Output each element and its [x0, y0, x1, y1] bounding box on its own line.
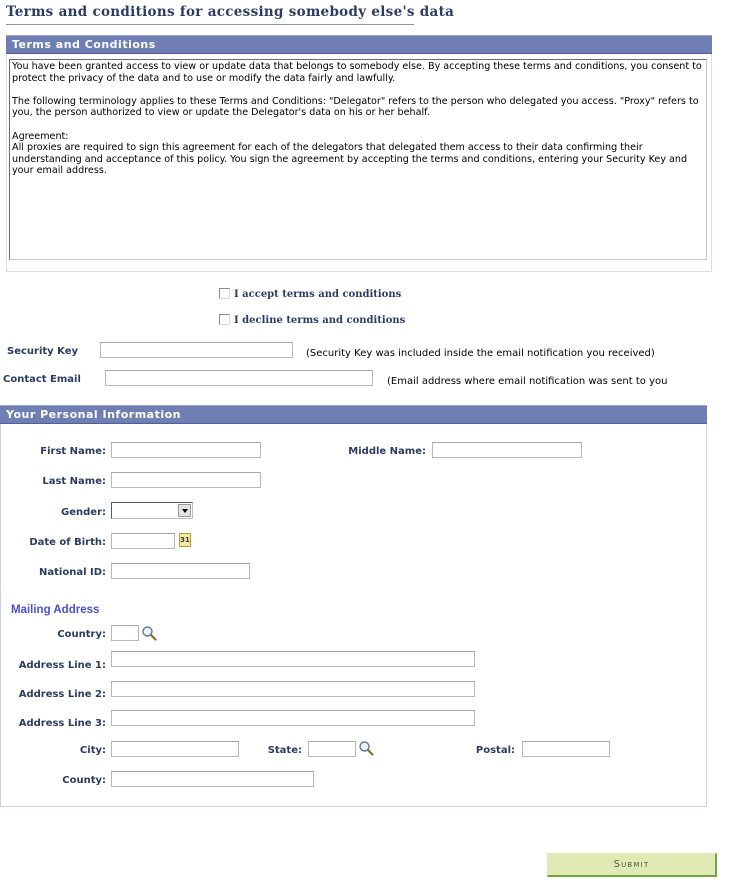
country-lookup-icon[interactable] — [141, 625, 157, 641]
security-key-note: (Security Key was included inside the em… — [306, 348, 655, 359]
decline-terms-checkbox[interactable] — [219, 314, 230, 325]
national-id-label: National ID: — [39, 567, 106, 578]
country-label: Country: — [57, 629, 106, 640]
gender-label: Gender: — [61, 507, 106, 518]
first-name-label: First Name: — [40, 446, 106, 457]
date-of-birth-input[interactable] — [111, 533, 175, 549]
page-title: Terms and conditions for accessing someb… — [6, 4, 455, 20]
county-input[interactable] — [111, 771, 314, 787]
security-key-label: Security Key — [7, 346, 79, 357]
decline-terms-label[interactable]: I decline terms and conditions — [234, 315, 405, 326]
address-line-3-label: Address Line 3: — [18, 718, 106, 729]
title-divider — [6, 24, 414, 25]
personal-info-header: Your Personal Information — [0, 405, 707, 424]
terms-paragraph-3: Agreement: All proxies are required to s… — [12, 130, 688, 177]
contact-email-input[interactable] — [105, 370, 373, 386]
accept-terms-checkbox[interactable] — [219, 288, 230, 299]
terms-paragraph-2: The following terminology applies to the… — [12, 95, 699, 119]
terms-textarea[interactable]: You have been granted access to view or … — [9, 59, 707, 260]
state-input[interactable] — [308, 741, 356, 757]
last-name-label: Last Name: — [42, 476, 106, 487]
city-input[interactable] — [111, 741, 239, 757]
address-line-2-input[interactable] — [111, 681, 475, 697]
calendar-icon[interactable]: 31 — [179, 533, 191, 547]
first-name-input[interactable] — [111, 442, 261, 458]
national-id-input[interactable] — [111, 563, 250, 579]
gender-select[interactable] — [111, 502, 193, 519]
address-line-1-label: Address Line 1: — [18, 660, 106, 671]
address-line-3-input[interactable] — [111, 710, 475, 726]
country-input[interactable] — [111, 625, 139, 641]
middle-name-label: Middle Name: — [348, 446, 426, 457]
city-label: City: — [79, 745, 106, 756]
terms-paragraph-1: You have been granted access to view or … — [12, 61, 702, 84]
contact-email-label: Contact Email — [3, 374, 81, 385]
address-line-1-input[interactable] — [111, 651, 475, 667]
middle-name-input[interactable] — [432, 442, 582, 458]
submit-button[interactable]: Submit — [547, 853, 717, 877]
postal-label: Postal: — [475, 745, 515, 756]
address-line-2-label: Address Line 2: — [18, 689, 106, 700]
mailing-address-heading: Mailing Address — [11, 604, 100, 616]
date-of-birth-label: Date of Birth: — [29, 537, 106, 548]
state-lookup-icon[interactable] — [358, 740, 374, 756]
accept-terms-label[interactable]: I accept terms and conditions — [234, 289, 401, 300]
last-name-input[interactable] — [111, 472, 261, 488]
chevron-down-icon[interactable] — [178, 504, 191, 517]
state-label: State: — [267, 745, 302, 756]
security-key-input[interactable] — [100, 342, 293, 358]
county-label: County: — [62, 775, 106, 786]
contact-email-note: (Email address where email notification … — [387, 376, 668, 387]
postal-input[interactable] — [522, 741, 610, 757]
terms-section-header: Terms and Conditions — [6, 35, 712, 54]
